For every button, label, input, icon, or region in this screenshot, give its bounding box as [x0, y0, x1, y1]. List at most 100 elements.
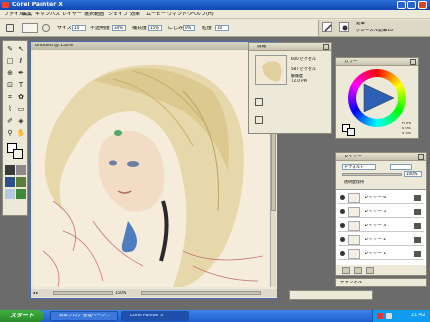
taskbar-item[interactable]: Corel Painter X [121, 311, 189, 321]
saturation-triangle[interactable] [360, 80, 396, 116]
resat-label: 補充度 [132, 26, 148, 31]
opacity-label: 不透明度 [90, 26, 111, 31]
layers-panel-close-button[interactable] [418, 154, 424, 160]
nozzle-selector[interactable] [16, 177, 26, 187]
canvas-titlebar: Untitled @ 150% [31, 42, 277, 50]
paper-selector[interactable] [5, 165, 15, 175]
layer-adjuster-icon[interactable]: ↖ [16, 44, 26, 54]
artwork-illustration [42, 64, 264, 287]
lasso-icon[interactable]: ℓ [16, 56, 26, 66]
preserve-transparency-option[interactable]: 透明度保持 [344, 180, 364, 184]
taskbar-item[interactable]: 日本ブログ 管理ページ… [50, 311, 118, 321]
menu-shape[interactable]: シェイプ [108, 12, 128, 17]
eraser-icon[interactable]: ▭ [16, 104, 26, 114]
rect-select-icon[interactable]: □ [5, 56, 15, 66]
bleed-label: にじみ [168, 26, 184, 31]
layer-name: レイヤー 3 [364, 224, 387, 228]
crop-icon[interactable]: ⌗ [5, 92, 15, 102]
tray-icon[interactable] [386, 313, 392, 319]
layer-row[interactable]: レイヤー 2 [338, 234, 424, 246]
brush-selector[interactable] [318, 20, 430, 36]
artwork[interactable] [33, 51, 269, 287]
jitter-label: 粒度 [202, 26, 213, 31]
layers-panel-title: レイヤー [344, 155, 362, 159]
menu-effects[interactable]: 効果 [130, 12, 140, 17]
layer-row[interactable]: レイヤー 3 [338, 220, 424, 232]
brush-icon[interactable]: ✎ [5, 44, 15, 54]
eye-icon[interactable] [340, 237, 345, 242]
brush-tool-icon[interactable] [6, 24, 14, 32]
paint-bucket-icon[interactable]: ◈ [16, 116, 26, 126]
grabber-icon[interactable]: ✋ [16, 128, 26, 138]
info-panel-close-button[interactable] [323, 44, 329, 50]
navigator-thumbnail[interactable] [255, 55, 287, 85]
tray-icon[interactable] [377, 313, 383, 319]
weave-selector[interactable] [16, 189, 26, 199]
resat-field[interactable]: 15% [148, 25, 162, 31]
composite-depth-select[interactable] [390, 164, 412, 170]
zoom-value: 150% [115, 291, 127, 295]
menu-canvas[interactable]: キャンバス [35, 12, 60, 17]
layer-mask-button[interactable] [354, 267, 362, 274]
start-label: スタート [10, 313, 35, 319]
maximize-button[interactable] [407, 1, 416, 9]
layer-opacity-value[interactable]: 100% [404, 171, 422, 177]
bleed-field[interactable]: 0% [183, 25, 195, 31]
additional-color-swatch[interactable] [13, 149, 23, 159]
brush-dab-icon[interactable] [22, 23, 38, 33]
brush-category-icon[interactable] [322, 22, 332, 32]
brush-variant-icon[interactable] [339, 22, 349, 32]
gradient-selector[interactable] [16, 165, 26, 175]
start-button[interactable]: スタート [0, 310, 44, 322]
rubber-stamp-icon[interactable]: ✿ [16, 92, 26, 102]
magnifier-icon[interactable]: ⚲ [5, 128, 15, 138]
composite-method-select[interactable]: デフォルト [342, 164, 376, 170]
opacity-field[interactable]: 34% [112, 25, 126, 31]
zoom-arrows[interactable]: ◂ ▸ [33, 291, 38, 295]
eye-icon[interactable] [340, 251, 345, 256]
close-button[interactable] [418, 1, 427, 9]
eyedropper-icon[interactable]: ✐ [5, 116, 15, 126]
layer-opacity-slider[interactable] [342, 173, 402, 176]
channels-panel[interactable]: チャンネル [335, 278, 427, 287]
eye-icon[interactable] [340, 209, 345, 214]
secondary-color-chip[interactable] [347, 128, 355, 136]
menu-file[interactable]: ファイル [4, 12, 24, 17]
delete-layer-button[interactable] [366, 267, 374, 274]
shape-icon[interactable]: ⊡ [5, 80, 15, 90]
jitter-field[interactable]: 10 [215, 25, 229, 31]
menu-select[interactable]: 選択範囲 [84, 12, 104, 17]
eye-icon[interactable] [340, 223, 345, 228]
menu-window[interactable]: ウィンドウ [167, 12, 192, 17]
layer-row[interactable]: レイヤー 6 [338, 192, 424, 204]
dropper-icon[interactable]: ⌇ [5, 104, 15, 114]
minimize-button[interactable] [397, 1, 406, 9]
reset-icon[interactable] [42, 24, 50, 32]
text-icon[interactable]: T [16, 80, 26, 90]
ime-bar[interactable] [289, 290, 373, 300]
horizontal-scrollbar[interactable]: ◂ ▸ 150% [31, 289, 277, 297]
layer-row[interactable]: レイヤー 5 [338, 206, 424, 218]
menu-help[interactable]: ヘルプ(H) [191, 12, 214, 17]
horizontal-scroll-thumb[interactable] [141, 291, 261, 295]
eye-icon[interactable] [340, 195, 345, 200]
window-title: Corel Painter X [12, 2, 63, 8]
layer-thumbnail [348, 235, 360, 245]
menu-movie[interactable]: ムービー [146, 12, 166, 17]
look-selector[interactable] [5, 189, 15, 199]
transform-icon[interactable]: ⊕ [5, 68, 15, 78]
new-layer-button[interactable] [342, 267, 350, 274]
menu-edit[interactable]: 編集 [22, 12, 32, 17]
ruler-icon [255, 116, 263, 124]
menu-layer[interactable]: レイヤー [62, 12, 82, 17]
info-panel-title: 情報 [257, 45, 266, 49]
color-panel-close-button[interactable] [410, 59, 416, 65]
layer-row[interactable]: レイヤー 1 [338, 248, 424, 260]
zoom-slider[interactable] [53, 291, 113, 295]
pattern-selector[interactable] [5, 177, 15, 187]
image-width: 600 ピクセル [291, 57, 316, 61]
layers-panel: レイヤー デフォルト 100% 透明度保持 レイヤー 6 レイヤー 5 レイヤー… [335, 152, 427, 276]
size-field[interactable]: 14 [72, 25, 86, 31]
layer-thumbnail [348, 207, 360, 217]
pen-icon[interactable]: ✒ [16, 68, 26, 78]
